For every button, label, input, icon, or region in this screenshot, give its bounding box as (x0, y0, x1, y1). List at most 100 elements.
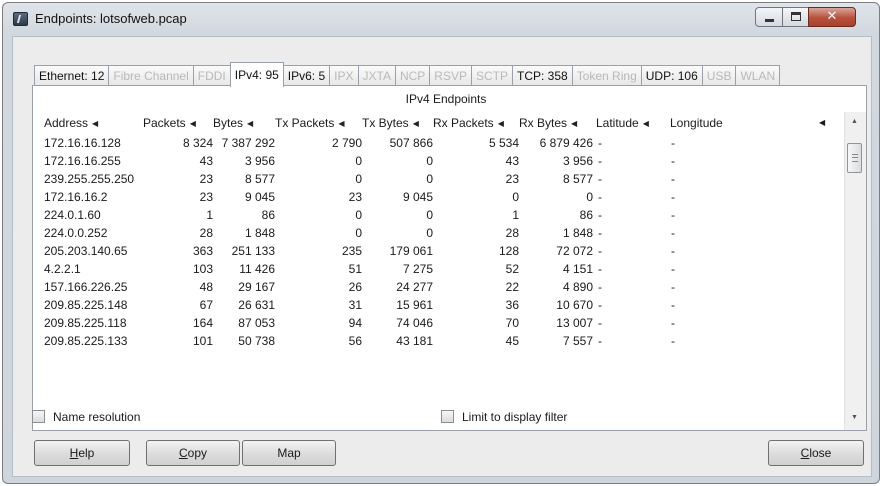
minimize-icon (765, 19, 774, 22)
table-row[interactable]: 209.85.225.133 101 50 738 56 43 181 45 7 557- - (33, 332, 844, 350)
column-header-label: Longitude (670, 116, 723, 130)
column-header-rx-bytes[interactable]: Rx Bytes ◀ (519, 112, 593, 135)
tab-ipv4-95[interactable]: IPv4: 95 (229, 62, 284, 87)
cell-rx-bytes: 4 151 (562, 262, 593, 276)
cell-bytes: 3 956 (244, 154, 275, 168)
column-header-longitude[interactable]: Longitude (670, 112, 750, 134)
column-header-rx-packets[interactable]: Rx Packets ◀ (433, 112, 519, 135)
table-row[interactable]: 209.85.225.118 164 87 053 94 74 046 70 13 007-… (33, 314, 844, 332)
sort-arrow-icon: ◀ (189, 119, 196, 128)
cell-address: 224.0.1.60 (44, 208, 101, 222)
cell-tx-bytes: 507 866 (389, 136, 433, 150)
maximize-button[interactable] (782, 7, 809, 27)
cell-latitude: - (598, 316, 602, 330)
table-row[interactable]: 4.2.2.1 103 11 426 51 7 275 52 4 151- - (33, 260, 844, 278)
close-label: lose (809, 446, 832, 460)
help-button[interactable]: Help (34, 440, 130, 466)
table-row[interactable]: 172.16.16.128 8 324 7 387 292 2 790 507 866 5… (33, 134, 844, 152)
table-row[interactable]: 209.85.225.148 67 26 631 31 15 961 36 10 670- - (33, 296, 844, 314)
cell-address: 205.203.140.65 (44, 244, 128, 258)
cell-longitude: - (671, 136, 675, 150)
cell-tx-bytes: 0 (426, 172, 433, 186)
cell-rx-bytes: 3 956 (562, 154, 593, 168)
cell-tx-packets: 31 (348, 298, 362, 312)
cell-address: 4.2.2.1 (44, 262, 81, 276)
cell-longitude: - (671, 244, 675, 258)
sort-arrow-icon: ◀ (571, 119, 578, 128)
column-header-tx-packets[interactable]: Tx Packets ◀ (275, 112, 362, 135)
cell-latitude: - (598, 208, 602, 222)
table-row[interactable]: 172.16.16.255 43 3 956 0 0 43 3 956- - (33, 152, 844, 170)
column-header-bytes[interactable]: Bytes ◀ (213, 112, 275, 135)
sort-arrow-icon: ◀ (92, 119, 99, 128)
table-row[interactable]: 205.203.140.65 363 251 133 235 179 061 128 72 … (33, 242, 844, 260)
limit-filter-label: Limit to display filter (462, 410, 568, 424)
dialog-body: Ethernet: 12 Fibre Channel FDDI IPv4: 95 IPv… (12, 36, 872, 477)
cell-tx-packets: 0 (355, 172, 362, 186)
name-resolution-option[interactable]: Name resolution (32, 410, 140, 424)
cell-address: 172.16.16.255 (44, 154, 121, 168)
tab-ethernet-12[interactable]: Ethernet: 12 (34, 65, 110, 87)
column-header-latitude[interactable]: Latitude ◀ (596, 112, 666, 135)
tab-fibre-channel: Fibre Channel (108, 65, 194, 87)
window-close-button[interactable]: ✕ (808, 7, 856, 27)
cell-bytes: 11 426 (239, 262, 275, 276)
cell-address: 209.85.225.118 (44, 316, 127, 330)
cell-longitude: - (671, 172, 675, 186)
cell-longitude: - (671, 190, 675, 204)
cell-address: 172.16.16.2 (44, 190, 108, 204)
tab-tcp-358[interactable]: TCP: 358 (512, 65, 573, 87)
close-button[interactable]: Close (768, 440, 864, 466)
cell-tx-packets: 0 (355, 154, 362, 168)
tab-jxta: JXTA (357, 65, 396, 87)
limit-filter-option[interactable]: Limit to display filter (441, 410, 567, 424)
map-button[interactable]: Map (242, 440, 336, 466)
cell-tx-packets: 23 (348, 190, 362, 204)
panel-title: IPv4 Endpoints (405, 92, 487, 106)
cell-rx-packets: 0 (512, 190, 519, 204)
minimize-button[interactable] (755, 7, 783, 27)
tab-ncp: NCP (394, 65, 431, 87)
table-row[interactable]: 239.255.255.250 23 8 577 0 0 23 8 577- - (33, 170, 844, 188)
cell-address: 209.85.225.148 (44, 298, 128, 312)
copy-label: opy (187, 446, 208, 460)
name-resolution-checkbox[interactable] (32, 410, 45, 423)
limit-filter-checkbox[interactable] (441, 410, 454, 423)
endpoints-window: Endpoints: lotsofweb.pcap ✕ Ethernet: 12… (2, 2, 880, 484)
sort-arrow-icon: ◀ (497, 119, 504, 128)
column-header-tx-bytes[interactable]: Tx Bytes ◀ (362, 112, 433, 135)
copy-button[interactable]: Copy (146, 440, 240, 466)
cell-tx-packets: 56 (348, 334, 362, 348)
cell-latitude: - (598, 190, 602, 204)
scroll-down-arrow-icon[interactable]: ▼ (851, 414, 858, 421)
cell-tx-packets: 51 (348, 262, 362, 276)
cell-bytes: 9 045 (244, 190, 275, 204)
cell-bytes: 1 848 (244, 226, 275, 240)
cell-packets: 48 (199, 280, 213, 294)
cell-bytes: 29 167 (238, 280, 275, 294)
title-bar[interactable]: Endpoints: lotsofweb.pcap ✕ (3, 3, 879, 33)
sort-arrow-icon: ◀ (642, 119, 649, 128)
wireshark-app-icon (13, 12, 28, 26)
help-label: elp (78, 446, 95, 460)
cell-rx-packets: 5 534 (488, 136, 519, 150)
cell-tx-packets: 0 (355, 226, 362, 240)
column-header-address[interactable]: Address ◀ (44, 112, 154, 135)
tab-udp-106[interactable]: UDP: 106 (640, 65, 703, 87)
table-row[interactable]: 224.0.1.60 1 86 0 0 1 86- - (33, 206, 844, 224)
name-resolution-label: Name resolution (53, 410, 141, 424)
tab-ipx: IPX (329, 65, 359, 87)
cell-rx-packets: 36 (505, 298, 519, 312)
tab-token-ring: Token Ring (571, 65, 642, 87)
table-row[interactable]: 172.16.16.2 23 9 045 23 9 045 0 0- - (33, 188, 844, 206)
cell-tx-bytes: 0 (426, 226, 433, 240)
vertical-scrollbar[interactable]: ▲ ▼ (844, 112, 866, 430)
cell-bytes: 7 387 292 (221, 136, 275, 150)
table-row[interactable]: 224.0.0.252 28 1 848 0 0 28 1 848- - (33, 224, 844, 242)
table-row[interactable]: 157.166.226.25 48 29 167 26 24 277 22 4 890- - (33, 278, 844, 296)
scroll-thumb[interactable] (847, 143, 862, 173)
column-header-packets[interactable]: Packets ◀ (143, 112, 213, 135)
tab-ipv6-5[interactable]: IPv6: 5 (282, 65, 331, 87)
cell-bytes: 251 133 (231, 244, 275, 258)
scroll-up-arrow-icon[interactable]: ▲ (851, 118, 858, 125)
